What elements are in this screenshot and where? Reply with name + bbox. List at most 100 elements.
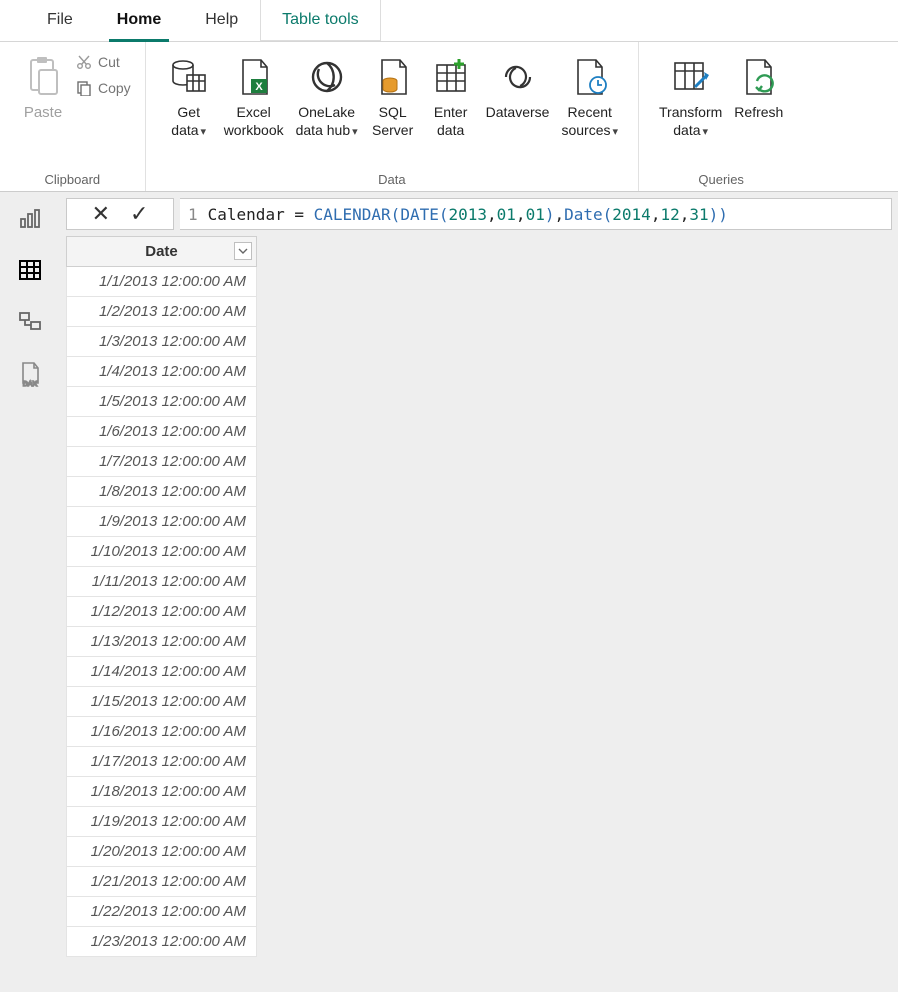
report-view-button[interactable] — [16, 204, 44, 232]
table-row: 1/18/2013 12:00:00 AM — [67, 777, 257, 807]
refresh-label: Refresh — [734, 104, 783, 122]
table-cell[interactable]: 1/18/2013 12:00:00 AM — [67, 777, 257, 807]
onelake-button[interactable]: OneLake data hub▾ — [290, 48, 364, 139]
refresh-icon — [739, 52, 779, 102]
table-cell[interactable]: 1/1/2013 12:00:00 AM — [67, 267, 257, 297]
clipboard-icon — [25, 52, 61, 102]
excel-label: Excel workbook — [224, 104, 284, 139]
column-header-date[interactable]: Date — [67, 237, 257, 267]
table-cell[interactable]: 1/9/2013 12:00:00 AM — [67, 507, 257, 537]
table-row: 1/17/2013 12:00:00 AM — [67, 747, 257, 777]
table-row: 1/23/2013 12:00:00 AM — [67, 927, 257, 957]
dataverse-label: Dataverse — [486, 104, 550, 122]
table-row: 1/12/2013 12:00:00 AM — [67, 597, 257, 627]
table-cell[interactable]: 1/10/2013 12:00:00 AM — [67, 537, 257, 567]
dataverse-icon — [498, 52, 538, 102]
table-row: 1/11/2013 12:00:00 AM — [67, 567, 257, 597]
table-cell[interactable]: 1/12/2013 12:00:00 AM — [67, 597, 257, 627]
enter-data-icon — [431, 52, 471, 102]
table-cell[interactable]: 1/20/2013 12:00:00 AM — [67, 837, 257, 867]
model-view-button[interactable] — [16, 308, 44, 336]
table-cell[interactable]: 1/16/2013 12:00:00 AM — [67, 717, 257, 747]
table-row: 1/21/2013 12:00:00 AM — [67, 867, 257, 897]
table-cell[interactable]: 1/13/2013 12:00:00 AM — [67, 627, 257, 657]
table-cell[interactable]: 1/23/2013 12:00:00 AM — [67, 927, 257, 957]
table-row: 1/4/2013 12:00:00 AM — [67, 357, 257, 387]
enter-data-button[interactable]: Enter data — [422, 48, 480, 139]
table-cell[interactable]: 1/3/2013 12:00:00 AM — [67, 327, 257, 357]
table-row: 1/6/2013 12:00:00 AM — [67, 417, 257, 447]
table-cell[interactable]: 1/21/2013 12:00:00 AM — [67, 867, 257, 897]
recent-sources-button[interactable]: Recent sources▾ — [555, 48, 624, 139]
table-cell[interactable]: 1/8/2013 12:00:00 AM — [67, 477, 257, 507]
formula-input[interactable]: 1Calendar = CALENDAR(DATE(2013,01,01),Da… — [180, 198, 892, 230]
dax-view-button[interactable]: DAX — [16, 360, 44, 388]
table-cell[interactable]: 1/22/2013 12:00:00 AM — [67, 897, 257, 927]
group-queries: Transform data▾ Refresh Queries — [639, 42, 803, 191]
table-cell[interactable]: 1/2/2013 12:00:00 AM — [67, 297, 257, 327]
group-queries-label: Queries — [653, 170, 789, 191]
dataverse-button[interactable]: Dataverse — [480, 48, 556, 122]
table-row: 1/14/2013 12:00:00 AM — [67, 657, 257, 687]
table-row: 1/7/2013 12:00:00 AM — [67, 447, 257, 477]
copy-icon — [76, 80, 92, 96]
chevron-down-icon: ▾ — [352, 126, 358, 138]
line-number: 1 — [188, 205, 198, 224]
ribbon: Paste Cut Copy Clipboard Get data▾ — [0, 42, 898, 192]
ribbon-tabs: File Home Help Table tools — [0, 0, 898, 42]
table-row: 1/10/2013 12:00:00 AM — [67, 537, 257, 567]
chevron-down-icon: ▾ — [612, 126, 618, 138]
chevron-down-icon: ▾ — [703, 126, 709, 138]
cut-label: Cut — [98, 54, 120, 70]
table-row: 1/19/2013 12:00:00 AM — [67, 807, 257, 837]
table-cell[interactable]: 1/17/2013 12:00:00 AM — [67, 747, 257, 777]
group-clipboard-label: Clipboard — [14, 170, 131, 191]
table-row: 1/5/2013 12:00:00 AM — [67, 387, 257, 417]
sql-server-button[interactable]: SQL Server — [364, 48, 422, 139]
table-cell[interactable]: 1/11/2013 12:00:00 AM — [67, 567, 257, 597]
refresh-button[interactable]: Refresh — [728, 48, 789, 122]
tab-help[interactable]: Help — [183, 0, 260, 41]
cut-button[interactable]: Cut — [76, 54, 131, 70]
cancel-formula-button[interactable]: ✕ — [92, 203, 110, 225]
transform-icon — [671, 52, 711, 102]
formula-actions: ✕ ✓ — [66, 198, 174, 230]
table-cell[interactable]: 1/19/2013 12:00:00 AM — [67, 807, 257, 837]
table-cell[interactable]: 1/14/2013 12:00:00 AM — [67, 657, 257, 687]
tab-table-tools[interactable]: Table tools — [260, 0, 381, 41]
excel-workbook-button[interactable]: X Excel workbook — [218, 48, 290, 139]
paste-button[interactable]: Paste — [14, 48, 72, 123]
table-cell[interactable]: 1/5/2013 12:00:00 AM — [67, 387, 257, 417]
recent-icon — [570, 52, 610, 102]
table-cell[interactable]: 1/7/2013 12:00:00 AM — [67, 447, 257, 477]
table-cell[interactable]: 1/4/2013 12:00:00 AM — [67, 357, 257, 387]
data-grid[interactable]: Date 1/1/2013 12:00:00 AM1/2/2013 12:00:… — [60, 236, 898, 957]
commit-formula-button[interactable]: ✓ — [130, 203, 148, 225]
onelake-label: OneLake data hub▾ — [296, 104, 358, 139]
table-cell[interactable]: 1/15/2013 12:00:00 AM — [67, 687, 257, 717]
chevron-down-icon: ▾ — [201, 126, 207, 138]
table-row: 1/9/2013 12:00:00 AM — [67, 507, 257, 537]
data-view-button[interactable] — [16, 256, 44, 284]
table-row: 1/13/2013 12:00:00 AM — [67, 627, 257, 657]
table-row: 1/1/2013 12:00:00 AM — [67, 267, 257, 297]
column-filter-button[interactable] — [234, 242, 252, 260]
copy-label: Copy — [98, 80, 131, 96]
sql-icon — [374, 52, 412, 102]
paste-label: Paste — [24, 104, 62, 123]
copy-button[interactable]: Copy — [76, 80, 131, 96]
recent-label: Recent sources▾ — [561, 104, 618, 139]
tab-home[interactable]: Home — [95, 0, 183, 41]
table-row: 1/16/2013 12:00:00 AM — [67, 717, 257, 747]
transform-data-button[interactable]: Transform data▾ — [653, 48, 728, 139]
scissors-icon — [76, 54, 92, 70]
date-table: Date 1/1/2013 12:00:00 AM1/2/2013 12:00:… — [66, 236, 257, 957]
table-cell[interactable]: 1/6/2013 12:00:00 AM — [67, 417, 257, 447]
tab-file[interactable]: File — [25, 0, 95, 41]
get-data-button[interactable]: Get data▾ — [160, 48, 218, 139]
main-pane: ✕ ✓ 1Calendar = CALENDAR(DATE(2013,01,01… — [60, 192, 898, 992]
database-icon — [169, 52, 209, 102]
content-area: DAX ✕ ✓ 1Calendar = CALENDAR(DATE(2013,0… — [0, 192, 898, 992]
svg-text:DAX: DAX — [23, 381, 38, 387]
group-clipboard: Paste Cut Copy Clipboard — [0, 42, 146, 191]
